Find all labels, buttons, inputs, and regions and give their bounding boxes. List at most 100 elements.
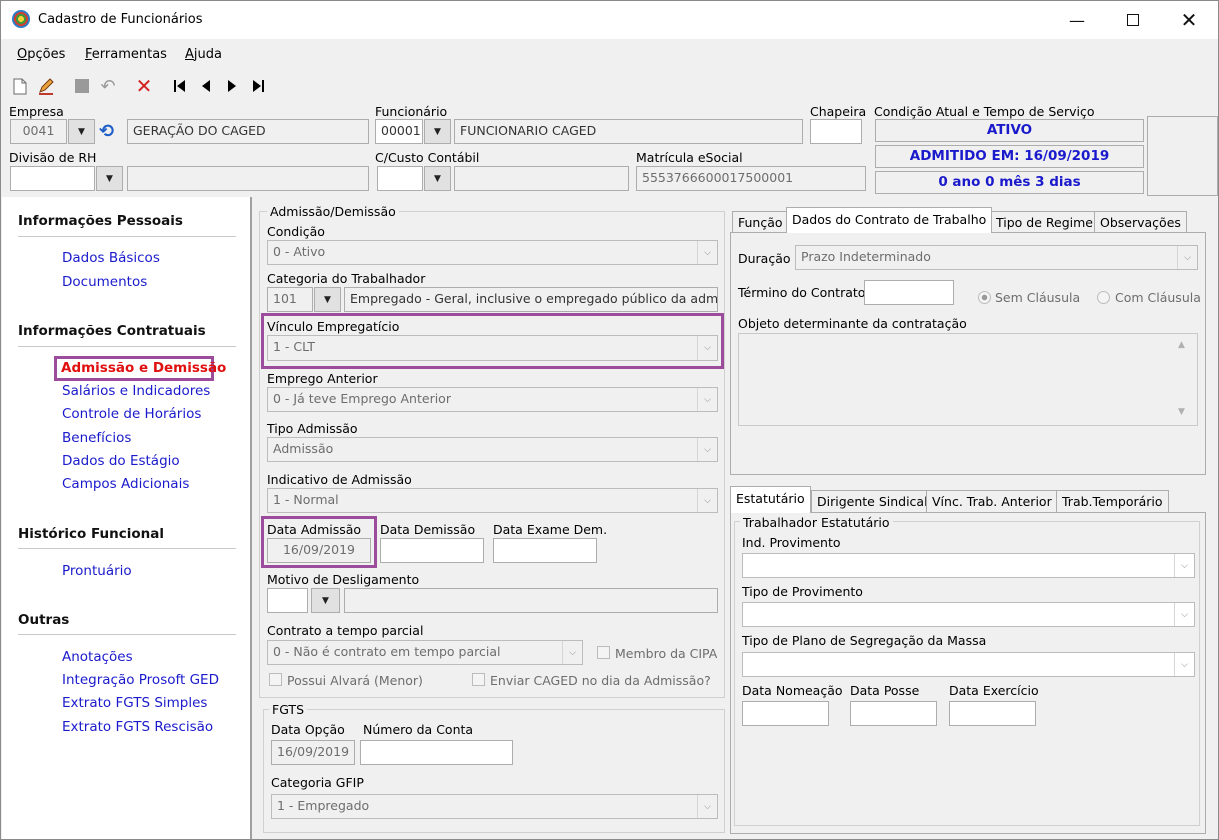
chapeira-field[interactable] <box>810 119 862 144</box>
nav-integracao-ged[interactable]: Integração Prosoft GED <box>62 672 219 688</box>
first-record-icon[interactable] <box>169 75 191 97</box>
section-outras: Outras <box>18 612 70 628</box>
emprego-anterior-select[interactable]: 0 - Já teve Emprego Anterior ⌵ <box>267 387 718 412</box>
categoria-code-field[interactable]: 101 <box>267 287 313 312</box>
next-record-icon[interactable] <box>221 75 243 97</box>
nav-campos-adicionais[interactable]: Campos Adicionais <box>62 476 189 492</box>
sem-clausula-radio[interactable] <box>978 291 991 304</box>
section-divider <box>18 548 236 549</box>
numero-conta-field[interactable] <box>360 740 513 765</box>
nav-extrato-fgts-simples[interactable]: Extrato FGTS Simples <box>62 695 207 711</box>
section-divider <box>18 634 236 635</box>
condicao-select[interactable]: 0 - Ativo ⌵ <box>267 240 718 265</box>
tipo-provimento-select[interactable]: ⌵ <box>742 602 1195 627</box>
data-nomeacao-field[interactable] <box>742 701 829 726</box>
vinculo-label: Vínculo Empregatício <box>267 319 400 334</box>
nav-prontuario[interactable]: Prontuário <box>62 563 132 579</box>
divisao-rh-name-field <box>127 166 369 191</box>
tab-estatutario[interactable]: Estatutário <box>730 486 811 513</box>
section-informacoes-contratuais: Informações Contratuais <box>18 323 206 339</box>
minimize-button[interactable]: — <box>1054 1 1100 39</box>
chevron-down-icon: ⌵ <box>1177 246 1197 269</box>
nav-dados-basicos[interactable]: Dados Básicos <box>62 250 160 266</box>
refresh-arrow-icon[interactable]: ⟲ <box>99 121 123 143</box>
sem-clausula-label: Sem Cláusula <box>995 290 1081 305</box>
membro-cipa-checkbox[interactable] <box>597 646 610 659</box>
scroll-up-icon[interactable]: ▲ <box>1178 340 1185 350</box>
ind-provimento-label: Ind. Provimento <box>742 535 841 550</box>
undo-icon[interactable]: ↶ <box>97 75 119 97</box>
objeto-determinante-textarea[interactable] <box>738 333 1198 426</box>
duracao-select[interactable]: Prazo Indeterminado ⌵ <box>795 245 1198 270</box>
categoria-gfip-label: Categoria GFIP <box>271 775 364 790</box>
tab-observacoes[interactable]: Observações <box>1094 211 1187 232</box>
data-admissao-field[interactable]: 16/09/2019 <box>267 538 371 563</box>
tab-vinc-trab-anterior[interactable]: Vínc. Trab. Anterior <box>926 490 1058 512</box>
menu-ferramentas[interactable]: Ferramentas <box>85 47 167 62</box>
delete-icon[interactable]: ✕ <box>133 74 155 98</box>
categoria-dropdown-button[interactable]: ▼ <box>314 287 341 312</box>
nav-extrato-fgts-rescisao[interactable]: Extrato FGTS Rescisão <box>62 719 213 735</box>
funcionario-dropdown-button[interactable]: ▼ <box>424 119 451 144</box>
data-exame-field[interactable] <box>493 538 597 563</box>
tipo-admissao-select[interactable]: Admissão ⌵ <box>267 437 718 462</box>
scroll-down-icon[interactable]: ▼ <box>1178 407 1185 417</box>
stop-icon[interactable] <box>71 75 93 97</box>
data-demissao-field[interactable] <box>380 538 484 563</box>
tab-dados-contrato[interactable]: Dados do Contrato de Trabalho <box>786 207 993 233</box>
ccusto-code-field[interactable] <box>377 166 423 191</box>
data-demissao-label: Data Demissão <box>380 522 476 537</box>
nav-beneficios[interactable]: Benefícios <box>62 430 131 446</box>
ccusto-dropdown-button[interactable]: ▼ <box>424 166 451 191</box>
edit-pencil-icon[interactable] <box>35 75 57 97</box>
tab-tipo-regime[interactable]: Tipo de Regime <box>990 211 1099 232</box>
possui-alvara-checkbox[interactable] <box>269 673 282 686</box>
enviar-caged-checkbox[interactable] <box>472 673 485 686</box>
motivo-code-field[interactable] <box>267 588 308 613</box>
empresa-code-field[interactable]: 0041 <box>10 119 67 144</box>
left-navigation-panel: Informações Pessoais Dados Básicos Docum… <box>2 197 250 839</box>
vinculo-select[interactable]: 1 - CLT ⌵ <box>267 335 718 361</box>
ccusto-name-field <box>454 166 629 191</box>
new-document-icon[interactable] <box>9 75 31 97</box>
maximize-button[interactable] <box>1110 1 1156 39</box>
data-exercicio-field[interactable] <box>949 701 1036 726</box>
menu-opcoes[interactable]: Opções <box>17 47 65 62</box>
nav-admissao-demissao[interactable]: Admissão e Demissão <box>61 360 226 376</box>
menu-ajuda[interactable]: Ajuda <box>185 47 222 62</box>
com-clausula-radio[interactable] <box>1097 291 1110 304</box>
data-opcao-field[interactable]: 16/09/2019 <box>271 740 355 765</box>
tab-dirigente-sindical[interactable]: Dirigente Sindical <box>811 490 934 512</box>
chevron-down-icon: ⌵ <box>697 388 717 411</box>
divisao-rh-field[interactable] <box>10 166 95 191</box>
status-admitido-badge: ADMITIDO EM: 16/09/2019 <box>875 145 1144 168</box>
termino-contrato-field[interactable] <box>864 280 954 305</box>
ccusto-label: C/Custo Contábil <box>375 150 480 165</box>
fgts-group-label: FGTS <box>269 702 308 717</box>
nav-anotacoes[interactable]: Anotações <box>62 649 133 665</box>
nav-documentos[interactable]: Documentos <box>62 274 147 290</box>
nav-controle-horarios[interactable]: Controle de Horários <box>62 406 201 422</box>
status-tempo-badge: 0 ano 0 mês 3 dias <box>875 171 1144 194</box>
empresa-dropdown-button[interactable]: ▼ <box>68 119 95 144</box>
categoria-gfip-select[interactable]: 1 - Empregado ⌵ <box>271 794 718 819</box>
photo-frame[interactable] <box>1147 116 1218 196</box>
tab-trab-temporario[interactable]: Trab.Temporário <box>1056 490 1169 512</box>
panel-splitter[interactable] <box>250 197 252 839</box>
motivo-dropdown-button[interactable]: ▼ <box>311 588 340 613</box>
ind-provimento-select[interactable]: ⌵ <box>742 553 1195 578</box>
nav-dados-estagio[interactable]: Dados do Estágio <box>62 453 180 469</box>
chapeira-label: Chapeira <box>810 104 867 119</box>
close-window-button[interactable]: ✕ <box>1166 1 1212 39</box>
data-posse-field[interactable] <box>850 701 937 726</box>
contrato-parcial-select[interactable]: 0 - Não é contrato em tempo parcial ⌵ <box>267 640 583 665</box>
chevron-down-icon: ⌵ <box>697 336 717 360</box>
nav-salarios-indicadores[interactable]: Salários e Indicadores <box>62 383 210 399</box>
divisao-rh-dropdown-button[interactable]: ▼ <box>96 166 123 191</box>
last-record-icon[interactable] <box>247 75 269 97</box>
tab-funcao[interactable]: Função <box>732 211 789 232</box>
previous-record-icon[interactable] <box>195 75 217 97</box>
indicativo-admissao-select[interactable]: 1 - Normal ⌵ <box>267 488 718 513</box>
funcionario-code-field[interactable]: 00001 <box>375 119 423 144</box>
tipo-plano-select[interactable]: ⌵ <box>742 652 1195 677</box>
